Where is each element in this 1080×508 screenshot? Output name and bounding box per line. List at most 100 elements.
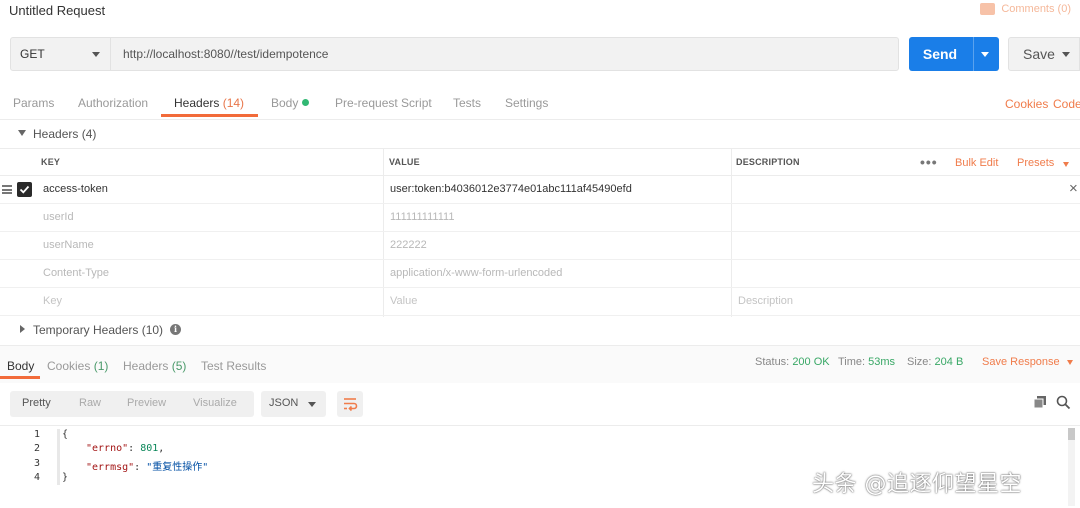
temporary-headers-title[interactable]: Temporary Headers (10) — [33, 323, 163, 337]
line-number: 3 — [33, 458, 40, 469]
response-tab-cookies-count: (1) — [93, 359, 109, 373]
view-preview-button[interactable]: Preview — [127, 397, 166, 409]
comments-label: Comments (0) — [1001, 3, 1071, 15]
response-tab-cookies[interactable]: Cookies (1) — [47, 359, 108, 373]
cookies-link[interactable]: Cookies — [1005, 97, 1048, 111]
tab-authorization[interactable]: Authorization — [78, 96, 148, 110]
column-description: DESCRIPTION — [736, 157, 800, 167]
drag-handle-icon[interactable] — [2, 185, 12, 194]
body-status-dot — [302, 99, 310, 106]
fold-gutter — [57, 429, 60, 485]
presets-dropdown[interactable]: Presets — [1017, 157, 1054, 169]
search-icon[interactable] — [1056, 395, 1071, 413]
line-number: 4 — [33, 472, 40, 483]
time-label: Time: — [838, 356, 866, 368]
code-line: { — [62, 429, 69, 440]
view-mode-group: Pretty Raw Preview Visualize — [10, 391, 254, 417]
wrap-lines-icon — [344, 398, 358, 412]
save-button[interactable]: Save — [1008, 37, 1080, 71]
response-tab-headers-label: Headers — [123, 359, 169, 373]
chevron-down-icon — [92, 52, 100, 57]
table-row: userName 222222 — [0, 232, 1080, 260]
url-input[interactable] — [123, 38, 883, 70]
send-button[interactable]: Send — [909, 37, 999, 71]
row-checkbox[interactable] — [17, 182, 32, 197]
response-tab-test-results[interactable]: Test Results — [201, 359, 266, 373]
send-divider — [973, 37, 974, 71]
code-link[interactable]: Code — [1053, 97, 1080, 111]
wrap-lines-button[interactable] — [337, 391, 363, 417]
chevron-down-icon[interactable] — [1062, 52, 1070, 57]
tab-headers[interactable]: Headers (14) — [174, 96, 244, 110]
tab-prerequest-script[interactable]: Pre-request Script — [335, 96, 432, 110]
header-key[interactable]: access-token — [43, 183, 108, 195]
new-value-input[interactable]: Value — [390, 295, 417, 307]
header-value[interactable]: 111111111111 — [390, 211, 454, 223]
code-line: } — [62, 472, 69, 483]
more-options-icon[interactable]: ••• — [920, 154, 938, 170]
response-tab-headers-count: (5) — [171, 359, 187, 373]
table-row: Content-Type application/x-www-form-urle… — [0, 260, 1080, 288]
table-row: access-token user:token:b4036012e3774e01… — [0, 176, 1080, 204]
header-value[interactable]: 222222 — [390, 239, 427, 251]
send-options-chevron-icon[interactable] — [981, 52, 989, 57]
chevron-down-icon[interactable] — [1063, 162, 1069, 167]
request-title[interactable]: Untitled Request — [9, 3, 105, 18]
size-value: 204 B — [934, 356, 964, 368]
save-response-button[interactable]: Save Response — [982, 356, 1060, 368]
format-select[interactable]: JSON — [261, 391, 326, 417]
response-tab-body[interactable]: Body — [7, 359, 34, 373]
active-tab-indicator — [0, 376, 40, 379]
delete-row-icon[interactable]: × — [1069, 180, 1078, 197]
url-bar: GET — [10, 37, 899, 71]
tab-tests[interactable]: Tests — [453, 96, 481, 110]
json-key: "errno" — [86, 443, 129, 454]
headers-section-title[interactable]: Headers (4) — [33, 127, 96, 141]
new-key-input[interactable]: Key — [43, 295, 62, 307]
tab-settings[interactable]: Settings — [505, 96, 548, 110]
comment-icon — [980, 3, 996, 15]
header-key[interactable]: userId — [43, 211, 74, 223]
divider — [0, 119, 1080, 120]
save-label: Save — [1023, 46, 1055, 62]
watermark: 头条 @追逐仰望星空 — [812, 472, 1022, 497]
status-readout: Status: 200 OK — [755, 356, 830, 368]
bulk-edit-link[interactable]: Bulk Edit — [955, 157, 998, 169]
header-key[interactable]: Content-Type — [43, 267, 109, 279]
column-key: KEY — [41, 157, 61, 167]
method-label: GET — [20, 47, 45, 61]
header-value[interactable]: application/x-www-form-urlencoded — [390, 267, 562, 279]
chevron-down-icon[interactable] — [1067, 360, 1073, 365]
size-readout: Size: 204 B — [907, 356, 963, 368]
chevron-down-icon — [308, 402, 316, 407]
tab-params[interactable]: Params — [13, 96, 54, 110]
json-key: "errmsg" — [86, 462, 135, 473]
tab-headers-label: Headers — [174, 96, 220, 110]
expand-caret-icon[interactable] — [20, 325, 25, 333]
info-icon[interactable]: i — [170, 324, 181, 335]
status-value: 200 OK — [792, 356, 830, 368]
json-string: "重复性操作" — [146, 462, 209, 473]
time-value: 53ms — [868, 356, 896, 368]
size-label: Size: — [907, 356, 932, 368]
json-number: 801 — [140, 443, 159, 454]
response-tab-headers[interactable]: Headers (5) — [123, 359, 186, 373]
header-value[interactable]: user:token:b4036012e3774e01abc111af45490… — [390, 183, 632, 195]
format-label: JSON — [269, 397, 299, 409]
table-row: userId 111111111111 — [0, 204, 1080, 232]
comments-button[interactable]: Comments (0) — [980, 3, 1071, 15]
header-key[interactable]: userName — [43, 239, 94, 251]
new-description-input[interactable]: Description — [738, 295, 793, 307]
scrollbar-thumb[interactable] — [1068, 428, 1075, 440]
copy-icon[interactable] — [1033, 395, 1047, 412]
headers-table-header: KEY VALUE DESCRIPTION ••• Bulk Edit Pres… — [0, 148, 1080, 317]
check-icon — [19, 185, 30, 194]
view-visualize-button[interactable]: Visualize — [193, 397, 237, 409]
tab-body[interactable]: Body — [271, 96, 310, 110]
method-select[interactable]: GET — [11, 38, 111, 70]
view-pretty-button[interactable]: Pretty — [22, 397, 51, 409]
collapse-caret-icon[interactable] — [18, 130, 26, 136]
new-header-row: Key Value Description — [0, 288, 1080, 316]
view-raw-button[interactable]: Raw — [79, 397, 101, 409]
send-label: Send — [922, 46, 958, 62]
